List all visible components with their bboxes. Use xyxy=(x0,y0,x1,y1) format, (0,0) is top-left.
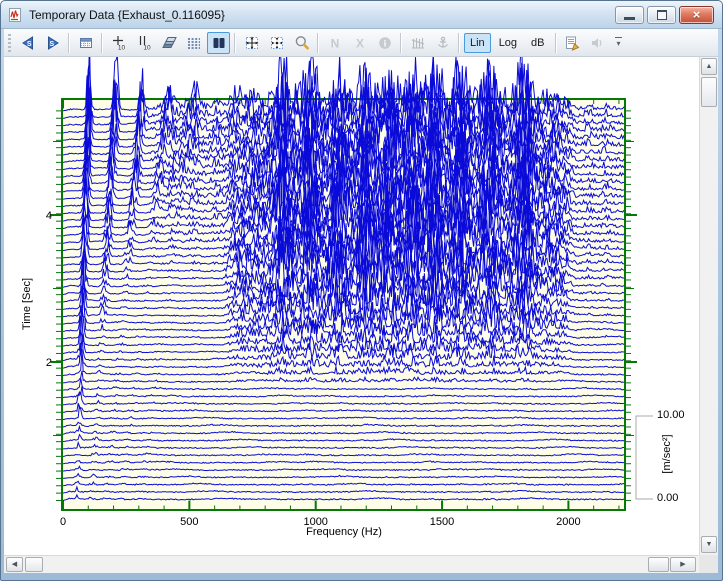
toolbar-separator xyxy=(458,33,460,53)
x-tick-label: 0 xyxy=(60,516,66,528)
y-tick-label: 4 xyxy=(46,210,52,222)
x-tick-label: 2000 xyxy=(556,516,580,528)
scrollbar-corner xyxy=(699,555,718,573)
svg-text:X: X xyxy=(355,36,363,50)
harmonic-cursor-button xyxy=(406,32,429,54)
log-scale-button[interactable]: Log xyxy=(493,33,523,53)
contour-display-button[interactable] xyxy=(182,32,205,54)
info-button: i xyxy=(373,32,396,54)
scale-min-label: 0.00 xyxy=(657,492,678,504)
y-tick-label: 2 xyxy=(46,357,52,369)
band-cursor-button[interactable]: 10 xyxy=(132,32,155,54)
y-axis-label: Time [Sec] xyxy=(21,262,33,346)
svg-text:10: 10 xyxy=(117,44,125,51)
svg-text:S: S xyxy=(49,40,54,47)
svg-text:N: N xyxy=(330,36,339,50)
normalize-button: N xyxy=(323,32,346,54)
toolbar-overflow-button[interactable]: ▾ xyxy=(612,32,626,54)
next-spectrum-button[interactable]: S xyxy=(41,32,64,54)
zoom-tool-button[interactable] xyxy=(290,32,313,54)
toolbar-separator xyxy=(317,33,319,53)
titlebar[interactable]: Temporary Data {Exhaust_0.116095} × xyxy=(1,1,722,29)
window-title: Temporary Data {Exhaust_0.116095} xyxy=(29,8,615,22)
scale-bracket xyxy=(636,416,653,499)
anchor-cursor-button xyxy=(431,32,454,54)
delete-curve-button: X xyxy=(348,32,371,54)
toolbar-separator xyxy=(68,33,70,53)
toolbar-separator xyxy=(101,33,103,53)
stacked-display-button[interactable] xyxy=(157,32,180,54)
h-scroll-secondary-button[interactable] xyxy=(648,557,669,572)
scroll-right-button[interactable]: ▶ xyxy=(670,557,696,572)
vertical-scroll-thumb[interactable] xyxy=(701,77,717,107)
horizontal-scroll-thumb[interactable] xyxy=(25,557,43,572)
svg-text:10: 10 xyxy=(143,44,151,51)
db-scale-button[interactable]: dB xyxy=(525,33,550,53)
x-axis-label: Frequency (Hz) xyxy=(254,526,434,538)
properties-button[interactable] xyxy=(561,32,584,54)
prev-spectrum-button[interactable]: S xyxy=(16,32,39,54)
data-table-button[interactable] xyxy=(74,32,97,54)
restore-button[interactable] xyxy=(647,6,676,24)
horizontal-scrollbar[interactable]: ◀ ▶ xyxy=(4,555,699,573)
waterfall-plot[interactable]: 050010001500200024 xyxy=(4,57,699,555)
toolbar-grip[interactable] xyxy=(8,34,11,52)
zoom-full-extents-button[interactable] xyxy=(240,32,263,54)
window: Temporary Data {Exhaust_0.116095} × S S 10… xyxy=(0,0,723,581)
app-icon xyxy=(7,7,23,23)
close-button[interactable]: × xyxy=(679,6,714,24)
single-cursor-button[interactable]: 10 xyxy=(107,32,130,54)
waterfall-display-button[interactable] xyxy=(207,32,230,54)
scroll-down-button[interactable]: ▼ xyxy=(701,536,717,553)
lin-scale-button[interactable]: Lin xyxy=(464,33,491,53)
toolbar: S S 10 10 N Xi LinLogdB ▾ xyxy=(4,29,718,57)
svg-text:S: S xyxy=(26,40,31,47)
scroll-up-button[interactable]: ▲ xyxy=(701,58,717,75)
minimize-button[interactable] xyxy=(615,6,644,24)
x-tick-label: 500 xyxy=(180,516,198,528)
svg-text:i: i xyxy=(383,38,386,48)
vertical-scrollbar[interactable]: ▲ ▼ xyxy=(699,57,718,555)
toolbar-separator xyxy=(555,33,557,53)
scale-units-label: [m/sec²] xyxy=(661,417,673,491)
scroll-left-button[interactable]: ◀ xyxy=(6,557,23,572)
toolbar-separator xyxy=(400,33,402,53)
play-sound-button xyxy=(586,32,609,54)
toolbar-separator xyxy=(234,33,236,53)
zoom-selection-button[interactable] xyxy=(265,32,288,54)
